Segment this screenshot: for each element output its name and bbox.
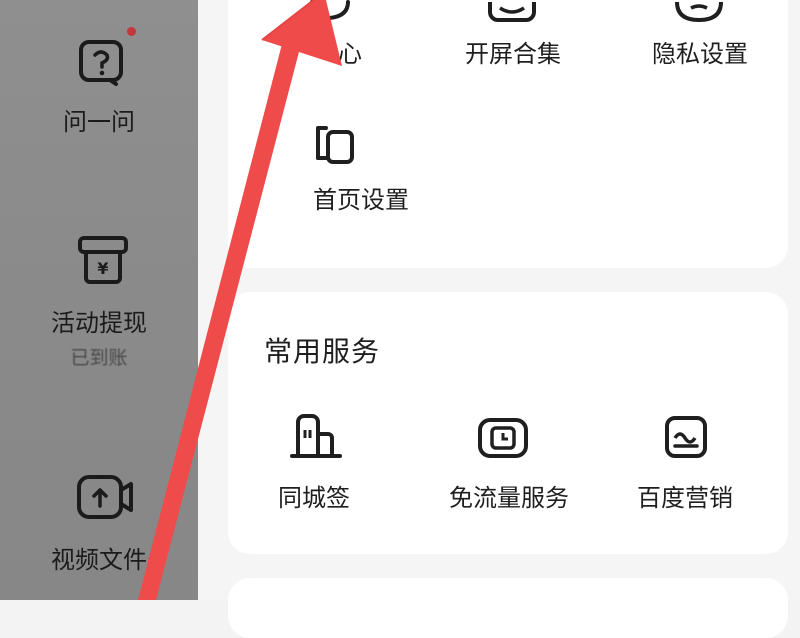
svg-text:¥: ¥ — [97, 259, 108, 278]
service-item-label: 同城签 — [278, 484, 350, 512]
sidebar-item-label: 活动提现 — [51, 309, 147, 337]
service-item-data-free[interactable]: 免流量服务 — [426, 412, 586, 512]
service-item-city[interactable]: 同城签 — [248, 412, 408, 512]
grid-item-heart[interactable]: 心 — [248, 0, 408, 110]
video-upload-icon — [77, 475, 133, 519]
service-item-label: 免流量服务 — [449, 484, 569, 512]
service-item-label: 百度营销 — [637, 484, 733, 512]
grid-item-label: 隐私设置 — [652, 40, 748, 68]
sidebar-item-label: 视频文件 — [51, 546, 147, 574]
sidebar-item-video-files[interactable]: 视频文件 — [0, 440, 198, 600]
notification-badge — [127, 27, 136, 36]
grid-item-label: 心 — [338, 40, 362, 68]
grid-item-label: 首页设置 — [313, 186, 409, 214]
sidebar-item-withdraw[interactable]: ¥ 活动提现 已到账 — [0, 200, 198, 380]
grid-item-homepage-settings[interactable]: 首页设置 — [248, 120, 418, 250]
question-icon — [79, 40, 123, 86]
sidebar-item-ask[interactable]: 问一问 — [0, 0, 198, 170]
splash-collection-icon — [488, 2, 536, 22]
city-building-icon — [290, 414, 342, 458]
privacy-icon — [675, 1, 723, 22]
settings-card: 心 开屏合集 隐私设置 首页设置 — [228, 0, 788, 268]
marketing-icon — [665, 416, 707, 458]
grid-item-splash-collection[interactable]: 开屏合集 — [433, 0, 593, 110]
sidebar-item-sublabel: 已到账 — [70, 347, 128, 369]
heart-icon — [310, 0, 350, 20]
homepage-settings-icon — [316, 126, 354, 164]
sidebar-item-label: 问一问 — [63, 108, 135, 136]
grid-item-privacy[interactable]: 隐私设置 — [620, 0, 780, 110]
data-free-icon — [478, 418, 528, 458]
grid-item-label: 开屏合集 — [465, 40, 561, 68]
side-drawer: 问一问 ¥ 活动提现 已到账 视频文件 — [0, 0, 198, 600]
next-card — [228, 578, 788, 638]
main-panel: 心 开屏合集 隐私设置 首页设置 常用服务 同城签 免流量服务 百度营销 — [198, 0, 800, 638]
section-title: 常用服务 — [264, 335, 381, 368]
service-item-marketing[interactable]: 百度营销 — [613, 412, 773, 512]
wallet-icon: ¥ — [78, 236, 128, 284]
